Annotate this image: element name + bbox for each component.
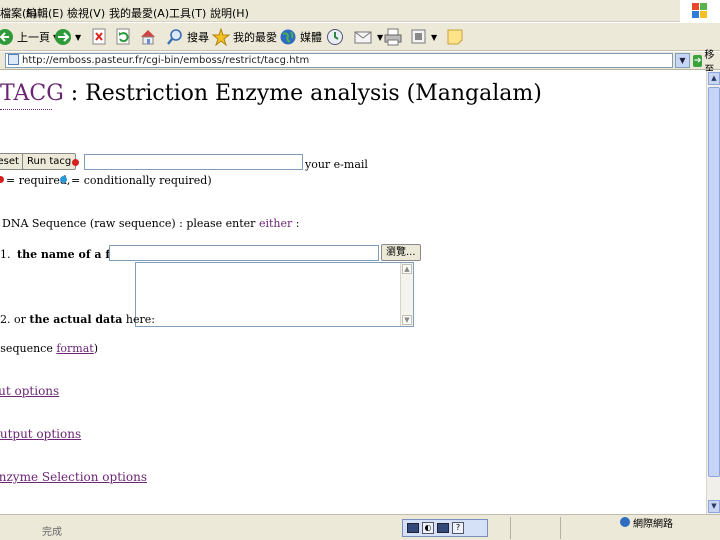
- history-button[interactable]: [326, 27, 344, 47]
- search-button[interactable]: 搜尋: [166, 27, 209, 47]
- note-button[interactable]: [446, 27, 464, 47]
- ime-help-icon[interactable]: ?: [452, 522, 464, 534]
- ime-mode-icon[interactable]: ◐: [422, 522, 434, 534]
- status-divider: [560, 517, 561, 539]
- email-suffix: your e-mail: [305, 158, 368, 171]
- address-url: http://emboss.pasteur.fr/cgi-bin/emboss/…: [22, 55, 310, 66]
- email-input[interactable]: [84, 154, 303, 170]
- go-arrow-icon: ➔: [693, 54, 703, 67]
- mail-button[interactable]: ▼: [354, 27, 383, 47]
- forward-button[interactable]: ▼: [54, 27, 81, 47]
- required-dot-icon: [72, 159, 79, 166]
- scroll-down-icon[interactable]: ▼: [708, 500, 720, 513]
- back-button[interactable]: 上一頁 ▼: [0, 27, 59, 47]
- textarea-scroll-up-icon[interactable]: ▲: [402, 264, 412, 274]
- star-icon: [212, 28, 230, 46]
- refresh-button[interactable]: [115, 27, 131, 47]
- mail-icon: [354, 28, 374, 46]
- mail-dropdown-icon[interactable]: ▼: [377, 33, 383, 42]
- home-icon: [139, 28, 157, 46]
- toolbar: 上一頁 ▼ ▼ 搜尋 我的最愛 媒體: [0, 23, 720, 51]
- item1-number: 1.: [0, 248, 11, 261]
- back-arrow-icon: [0, 28, 14, 46]
- address-input[interactable]: http://emboss.pasteur.fr/cgi-bin/emboss/…: [5, 53, 673, 68]
- conditional-note: = conditionally required): [71, 174, 212, 187]
- go-button[interactable]: ➔ 移至: [693, 50, 720, 76]
- address-dropdown-icon[interactable]: ▼: [675, 53, 690, 68]
- media-label: 媒體: [300, 31, 322, 44]
- sequence-format-note: (sequence format): [0, 342, 99, 355]
- menu-help[interactable]: 說明(H): [210, 5, 249, 21]
- history-icon: [326, 28, 344, 46]
- menu-view[interactable]: 檢視(V): [67, 5, 105, 21]
- required-legend-dot-icon: [0, 176, 4, 183]
- back-label: 上一頁: [17, 31, 50, 44]
- favorites-label: 我的最愛: [233, 31, 277, 44]
- menu-bar: 檔案(F) 編輯(E) 檢視(V) 我的最愛(A) 工具(T) 說明(H): [0, 0, 720, 22]
- home-button[interactable]: [139, 27, 157, 47]
- search-icon: [166, 28, 184, 46]
- edit-button[interactable]: ▼: [410, 27, 437, 47]
- output-options-link[interactable]: Output options: [0, 427, 81, 441]
- either-text: either: [258, 217, 293, 230]
- browse-button[interactable]: 瀏覽...: [381, 244, 421, 261]
- status-divider: [510, 517, 511, 539]
- keyboard-icon[interactable]: [407, 523, 419, 533]
- reset-button[interactable]: Reset: [0, 153, 24, 170]
- sequence-textarea[interactable]: ▲ ▼: [135, 262, 414, 327]
- globe-icon: [279, 28, 297, 46]
- print-icon: [384, 28, 402, 46]
- menu-tools[interactable]: 工具(T): [169, 5, 206, 21]
- edit-dropdown-icon[interactable]: ▼: [431, 33, 437, 42]
- ime-toolbar[interactable]: ◐ ?: [402, 519, 488, 537]
- security-zone: 網際網路: [620, 516, 673, 530]
- menu-favorites[interactable]: 我的最愛(A): [109, 5, 169, 21]
- address-bar: http://emboss.pasteur.fr/cgi-bin/emboss/…: [0, 50, 720, 76]
- dna-intro: DNA Sequence (raw sequence) : please ent…: [2, 217, 300, 230]
- textarea-scroll-down-icon[interactable]: ▼: [402, 315, 412, 325]
- scroll-up-icon[interactable]: ▲: [708, 72, 720, 85]
- ime-keyboard-icon[interactable]: [437, 523, 449, 533]
- edit-page-icon: [410, 28, 428, 46]
- sticky-note-icon: [446, 28, 464, 46]
- enzyme-selection-link[interactable]: Enzyme Selection options: [0, 470, 147, 484]
- menu-edit[interactable]: 編輯(E): [26, 5, 64, 21]
- page-title: TACG : Restriction Enzyme analysis (Mang…: [0, 81, 542, 106]
- windows-logo-icon: [680, 0, 720, 22]
- forward-dropdown-icon[interactable]: ▼: [75, 33, 81, 42]
- page-content: TACG : Restriction Enzyme analysis (Mang…: [0, 71, 706, 514]
- refresh-icon: [115, 28, 131, 46]
- stop-icon: [91, 28, 107, 46]
- forward-arrow-icon: [54, 28, 72, 46]
- print-button[interactable]: [384, 27, 402, 47]
- textarea-scrollbar[interactable]: ▲ ▼: [400, 263, 413, 326]
- media-button[interactable]: 媒體: [279, 27, 322, 47]
- file-path-input[interactable]: [109, 245, 379, 261]
- search-label: 搜尋: [187, 31, 209, 44]
- status-bar: 完成 ◐ ? 網際網路: [0, 514, 720, 540]
- status-text: 完成: [42, 527, 62, 538]
- run-button[interactable]: Run tacg: [22, 153, 77, 170]
- zone-label: 網際網路: [633, 518, 673, 530]
- internet-globe-icon: [620, 517, 630, 527]
- item2-label: 2. or the actual data here:: [0, 313, 155, 326]
- tacg-link[interactable]: TACG: [0, 81, 64, 106]
- page-scrollbar[interactable]: ▲ ▼: [706, 71, 720, 514]
- format-link[interactable]: format: [56, 342, 93, 355]
- input-options-link[interactable]: Input options: [0, 384, 59, 398]
- title-link-underline: [0, 109, 52, 110]
- conditional-legend-dot-icon: [60, 176, 67, 183]
- stop-button[interactable]: [91, 27, 107, 47]
- page-icon: [8, 54, 19, 65]
- favorites-button[interactable]: 我的最愛: [212, 27, 277, 47]
- page-title-rest: : Restriction Enzyme analysis (Mangalam): [63, 81, 542, 106]
- scroll-thumb[interactable]: [708, 87, 720, 477]
